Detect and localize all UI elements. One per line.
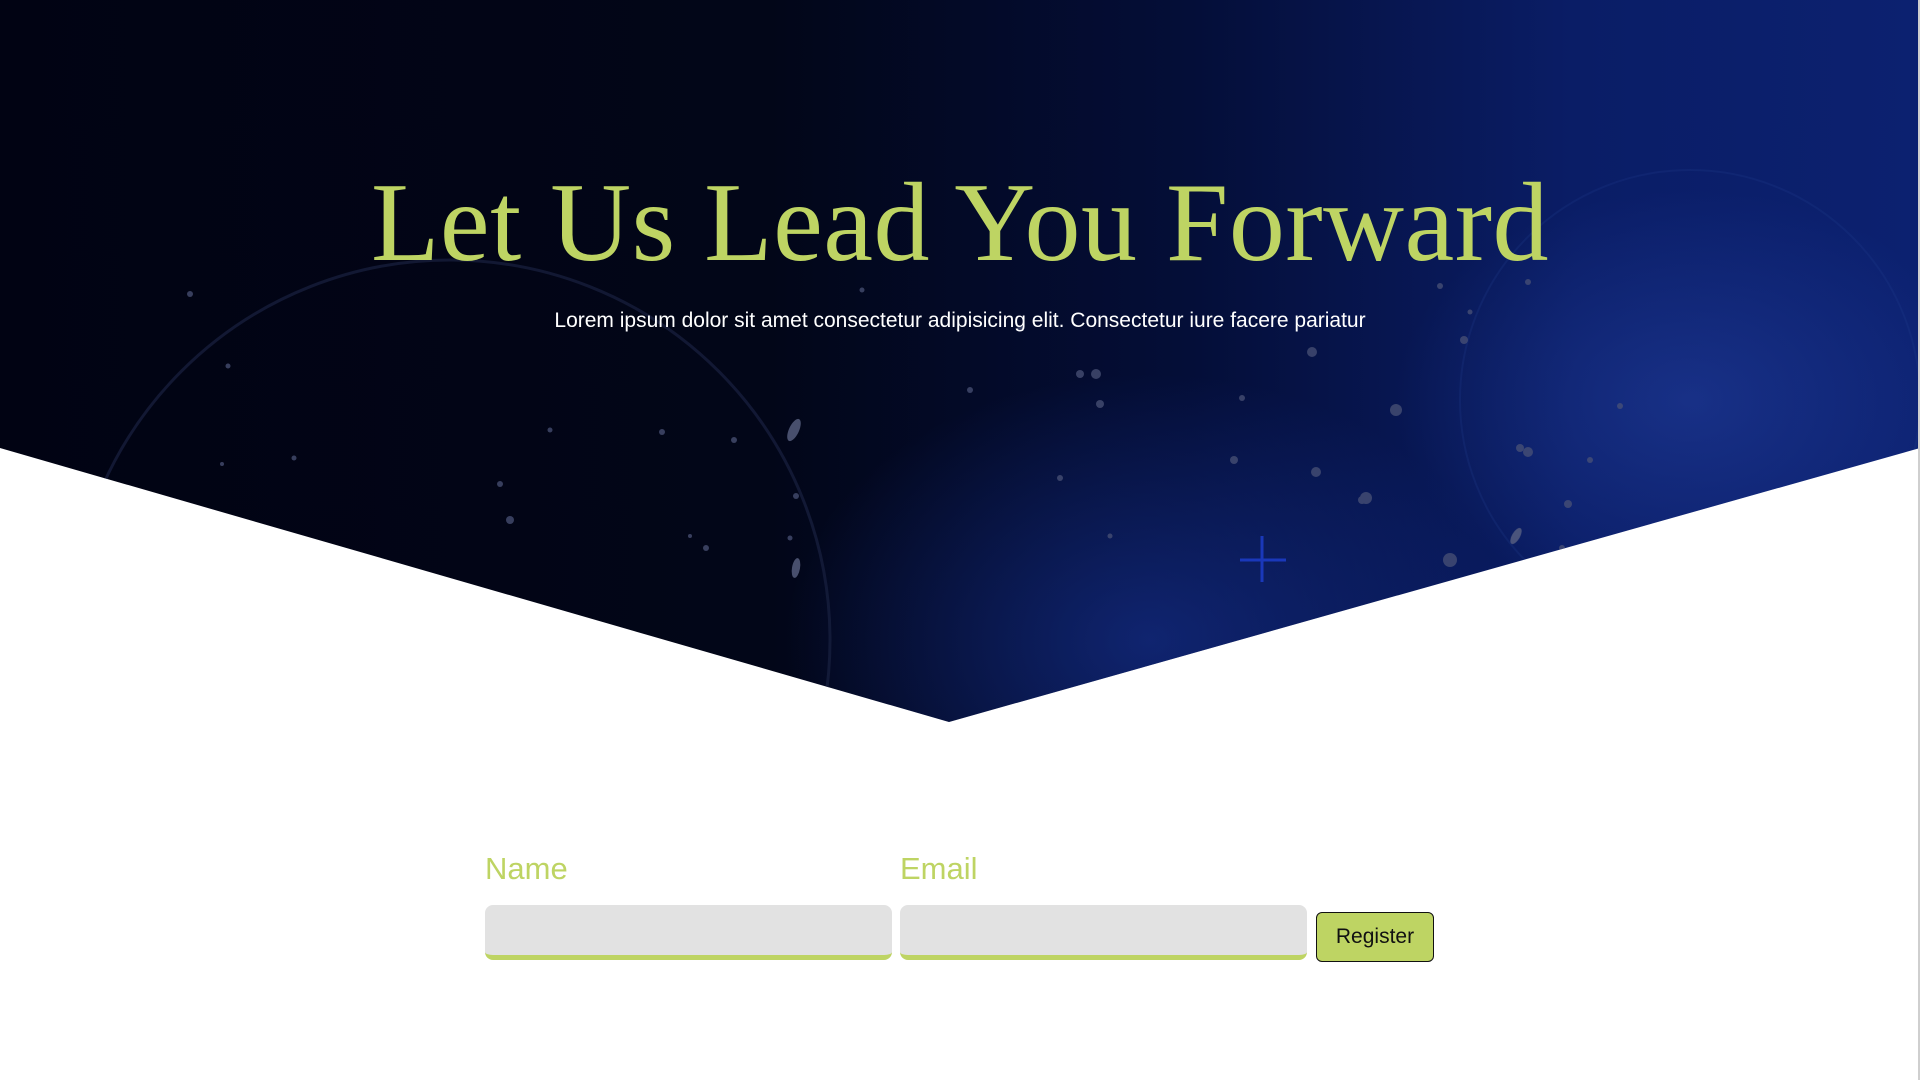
page: Let Us Lead You Forward Lorem ipsum dolo… — [0, 0, 1920, 1080]
email-label: Email — [900, 851, 978, 886]
hero-subtitle: Lorem ipsum dolor sit amet consectetur a… — [554, 309, 1366, 332]
name-field-group: Name — [485, 849, 892, 960]
dust-flakes — [787, 418, 1522, 578]
plus-icon — [1240, 536, 1286, 582]
hero-banner: Let Us Lead You Forward Lorem ipsum dolo… — [0, 0, 1920, 722]
hero-background-decor — [68, 169, 1920, 722]
register-button[interactable]: Register — [1316, 912, 1434, 962]
name-input[interactable] — [485, 905, 892, 960]
name-label: Name — [485, 851, 568, 886]
email-field-group: Email — [900, 849, 1307, 960]
hero-title: Let Us Lead You Forward — [370, 161, 1550, 285]
email-input[interactable] — [900, 905, 1307, 960]
